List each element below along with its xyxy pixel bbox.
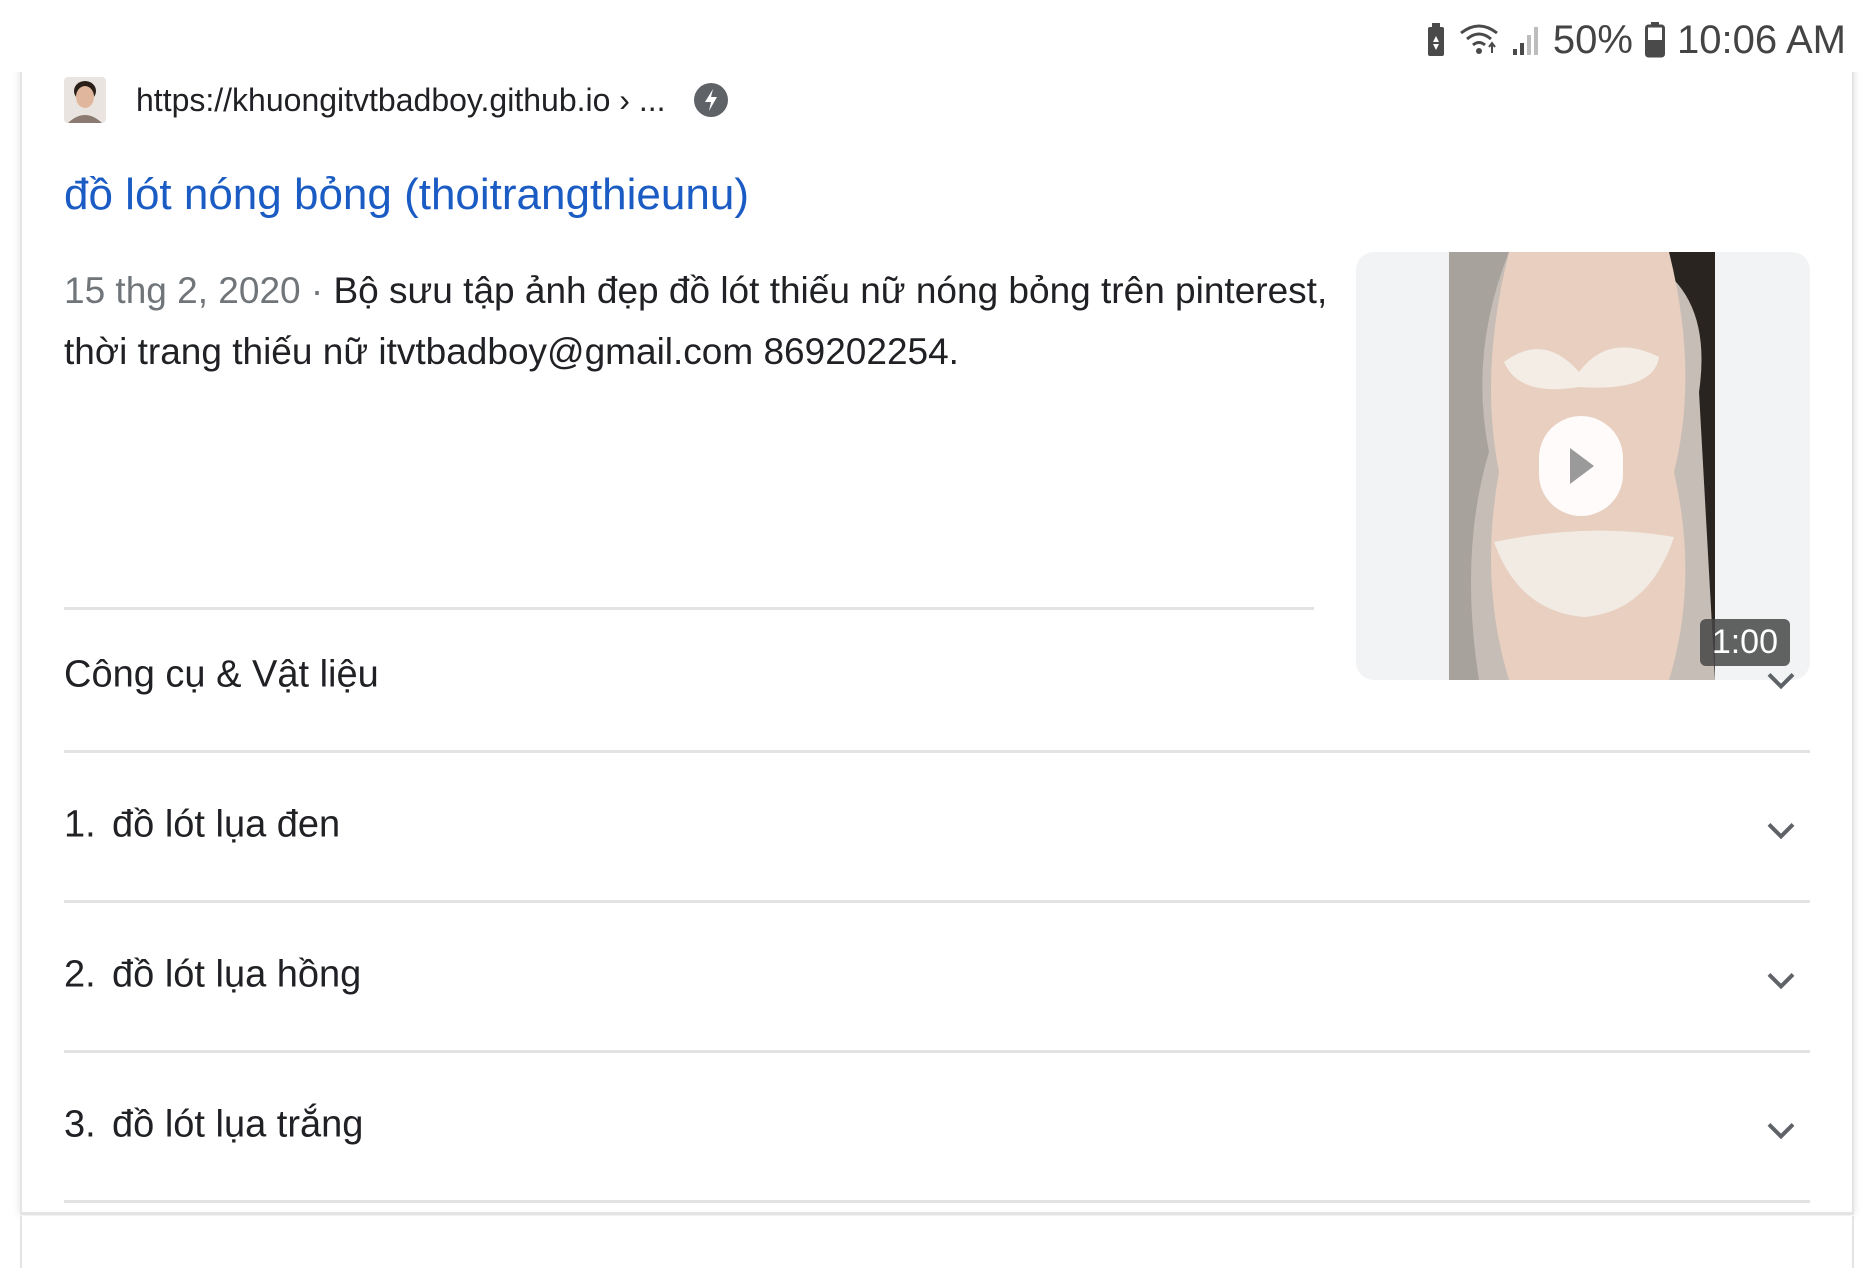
accordion-item-number: 1. [64, 803, 96, 846]
accordion-item-number: 2. [64, 953, 96, 996]
accordion-item-label: đồ lót lụa đen [112, 803, 341, 846]
signal-icon [1511, 23, 1541, 57]
accordion-item-label: đồ lót lụa trắng [112, 1103, 364, 1146]
play-icon[interactable] [1539, 416, 1623, 516]
wifi-icon [1459, 23, 1499, 57]
snippet-separator: · [300, 270, 334, 311]
chevron-down-icon[interactable] [1766, 821, 1796, 840]
accordion-item-1[interactable]: 1. đồ lót lụa đen [64, 750, 1810, 903]
status-bar: 50% 10:06 AM [0, 0, 1866, 72]
clock: 10:06 AM [1676, 17, 1846, 62]
avatar-favicon [64, 77, 106, 123]
accordion-label: 3. đồ lót lụa trắng [64, 1104, 363, 1147]
next-card-edge [20, 1216, 1854, 1268]
battery-icon [1644, 22, 1665, 58]
accordion-item-tools[interactable]: Công cụ & Vật liệu [64, 600, 1810, 753]
battery-saver-icon [1425, 22, 1447, 58]
search-result-card: https://khuongitvtbadboy.github.io › ...… [20, 62, 1854, 1215]
accordion-item-number: 3. [64, 1103, 96, 1146]
chevron-down-icon[interactable] [1766, 1121, 1796, 1140]
result-source[interactable]: https://khuongitvtbadboy.github.io › ... [64, 74, 728, 126]
chevron-down-icon[interactable] [1766, 671, 1796, 690]
battery-percent: 50% [1552, 17, 1633, 62]
lightning-amp-icon [693, 83, 728, 117]
result-snippet: 15 thg 2, 2020 · Bộ sưu tập ảnh đẹp đồ l… [64, 260, 1354, 382]
accordion-item-2[interactable]: 2. đồ lót lụa hồng [64, 900, 1810, 1053]
accordion-label: Công cụ & Vật liệu [64, 654, 379, 697]
accordion-label: 2. đồ lót lụa hồng [64, 954, 361, 997]
accordion-item-3[interactable]: 3. đồ lót lụa trắng [64, 1050, 1810, 1203]
snippet-date: 15 thg 2, 2020 [64, 270, 301, 311]
source-url[interactable]: https://khuongitvtbadboy.github.io › ... [136, 82, 666, 119]
status-icons: 50% 10:06 AM [1425, 10, 1846, 70]
accordion-item-label: đồ lót lụa hồng [112, 953, 362, 996]
result-title-link[interactable]: đồ lót nóng bỏng (thoitrangthieunu) [64, 170, 749, 220]
accordion-label: 1. đồ lót lụa đen [64, 804, 340, 847]
chevron-down-icon[interactable] [1766, 971, 1796, 990]
accordion-item-label: Công cụ & Vật liệu [64, 653, 379, 696]
